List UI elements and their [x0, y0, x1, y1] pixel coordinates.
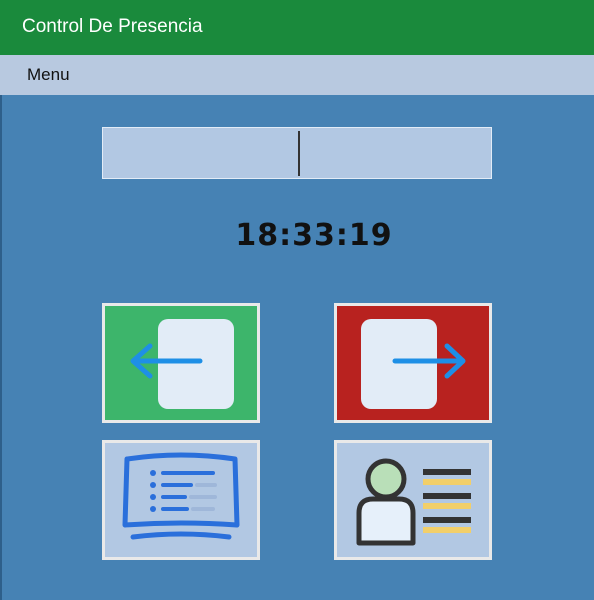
menu-item-menu[interactable]: Menu	[27, 65, 70, 85]
window-title: Control De Presencia	[22, 16, 203, 37]
monitor-list-icon	[122, 452, 240, 540]
app-window: Control De Presencia Menu 18:33:19	[0, 0, 594, 600]
window-left-border	[0, 95, 2, 600]
check-in-button[interactable]	[102, 303, 260, 423]
user-list-button[interactable]	[334, 440, 492, 560]
code-input[interactable]	[102, 127, 492, 179]
text-caret	[298, 131, 300, 176]
monitor-list-button[interactable]	[102, 440, 260, 560]
check-out-button[interactable]	[334, 303, 492, 423]
user-list-icon	[356, 458, 471, 546]
door-exit-arrow-right-icon	[361, 319, 466, 409]
title-bar: Control De Presencia	[0, 0, 594, 55]
door-enter-arrow-left-icon	[130, 319, 234, 409]
clock-display: 18:33:19	[235, 218, 393, 253]
menu-bar: Menu	[0, 55, 594, 95]
